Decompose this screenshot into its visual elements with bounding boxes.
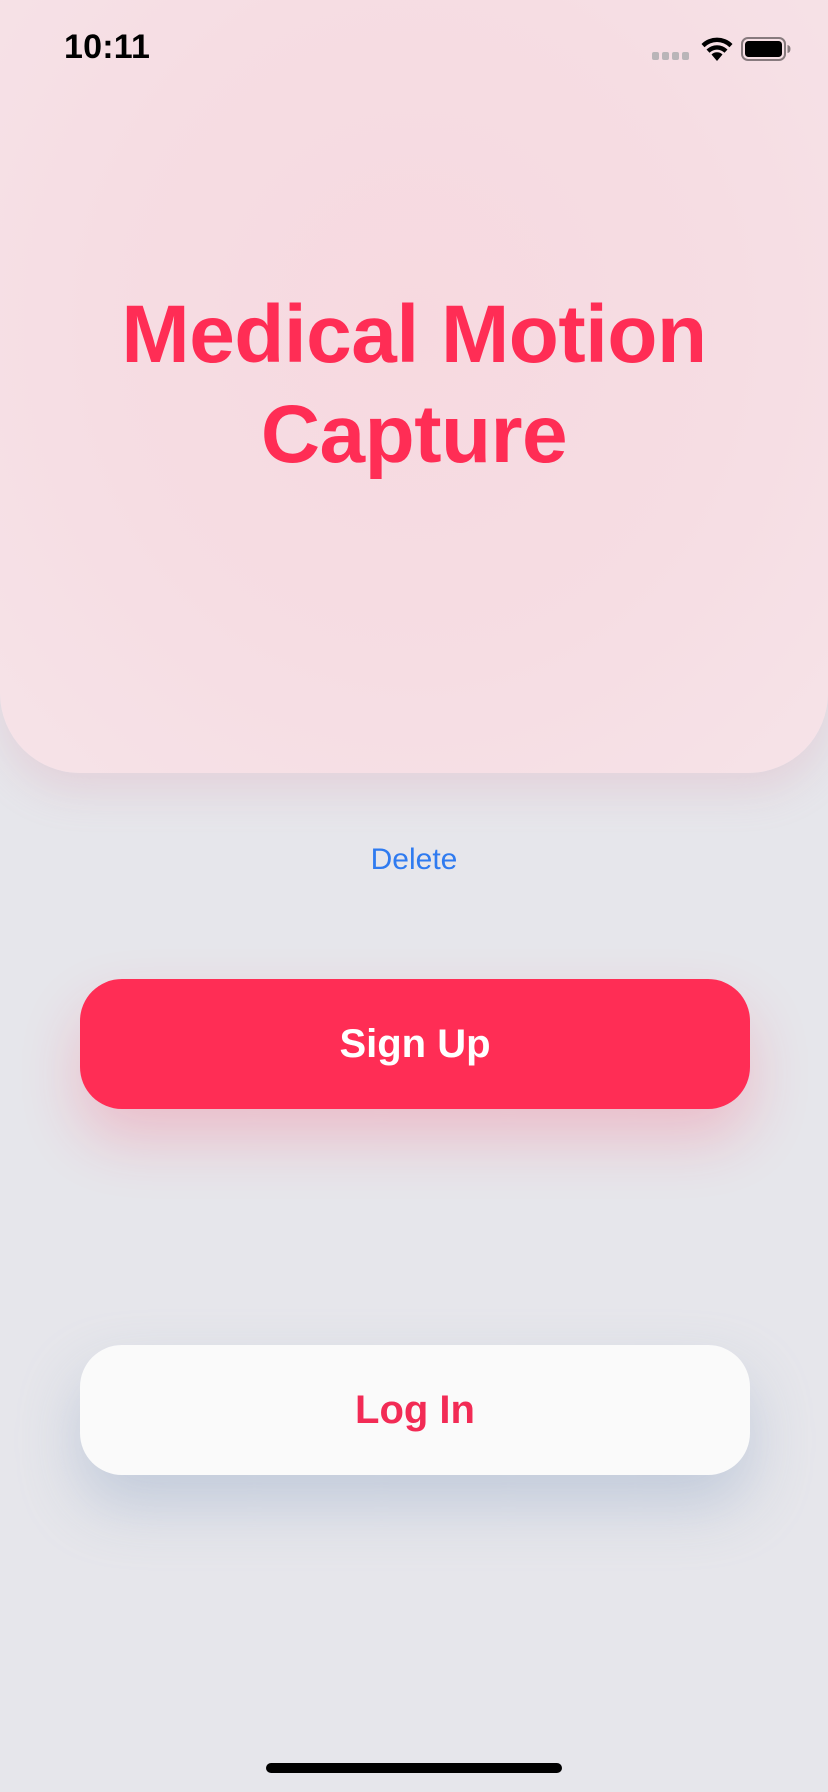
hero-card: Medical Motion Capture: [0, 0, 828, 773]
signal-icon: [652, 52, 692, 62]
log-in-button-label: Log In: [355, 1387, 475, 1432]
app-title: Medical Motion Capture: [0, 285, 828, 485]
wifi-icon: [700, 34, 734, 62]
battery-icon: [741, 37, 791, 61]
log-in-button[interactable]: Log In: [80, 1345, 750, 1475]
delete-link[interactable]: Delete: [0, 838, 828, 882]
home-indicator[interactable]: [266, 1763, 562, 1773]
status-time: 10:11: [64, 28, 151, 66]
app-title-line-2: Capture: [260, 389, 568, 480]
status-bar: 10:11: [0, 0, 828, 100]
app-title-line-1: Medical Motion: [121, 289, 707, 380]
sign-up-button[interactable]: Sign Up: [80, 979, 750, 1109]
sign-up-button-label: Sign Up: [339, 1021, 491, 1066]
welcome-screen: Medical Motion Capture 10:11 Delete Sign…: [0, 0, 828, 1792]
